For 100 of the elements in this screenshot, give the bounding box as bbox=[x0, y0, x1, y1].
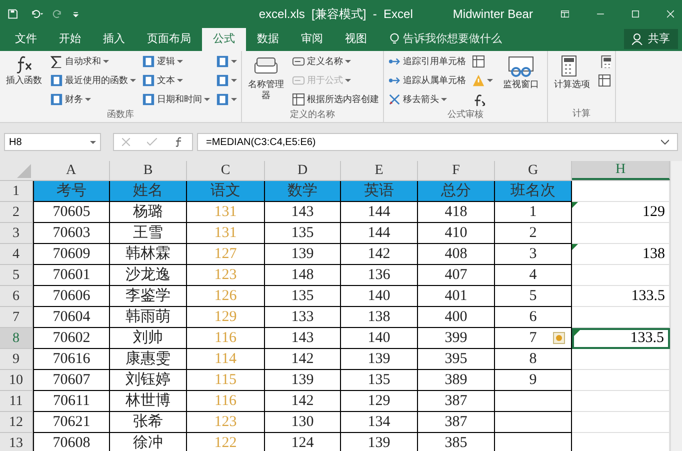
tell-me-field[interactable]: 告诉我你想要做什么 bbox=[403, 30, 502, 48]
share-button[interactable]: 共享 bbox=[624, 29, 678, 49]
column-heading: 班名次 bbox=[510, 182, 556, 201]
row-header[interactable]: 12 bbox=[0, 412, 33, 433]
formula-text[interactable]: =MEDIAN(C3:C4,E5:E6) bbox=[206, 134, 316, 150]
ribbon-button[interactable]: 根据所选内容创建 bbox=[291, 91, 380, 108]
table-icon bbox=[292, 93, 305, 106]
row-header[interactable]: 4 bbox=[0, 244, 33, 265]
ribbon-tab[interactable]: 开始 bbox=[48, 28, 92, 51]
ribbon-tab[interactable]: 插入 bbox=[92, 28, 136, 51]
column-header[interactable]: F bbox=[418, 161, 495, 180]
window-title: excel.xls [兼容模式] - Excel bbox=[258, 6, 413, 22]
table-cell-text: 401 bbox=[444, 286, 468, 306]
ribbon-tab[interactable]: 审阅 bbox=[290, 28, 334, 51]
ribbon-tab[interactable]: 视图 bbox=[334, 28, 378, 51]
caret-icon bbox=[130, 79, 136, 82]
table-cell-text: 70616 bbox=[52, 350, 90, 369]
ribbon-tab[interactable]: 页面布局 bbox=[136, 28, 202, 51]
table-cell-text: 韩林霖 bbox=[126, 244, 170, 264]
ribbon-button[interactable]: 定义名称 bbox=[291, 53, 380, 70]
group-label: 函数库 bbox=[107, 109, 134, 119]
column-header[interactable]: D bbox=[265, 161, 341, 180]
label-icon bbox=[292, 74, 305, 87]
ribbon-button[interactable]: 自动求和 bbox=[49, 53, 137, 70]
group-label: 计算 bbox=[572, 108, 590, 118]
ribbon-button[interactable] bbox=[597, 72, 612, 89]
maximize-icon[interactable] bbox=[632, 8, 640, 18]
column-header[interactable]: C bbox=[187, 161, 265, 180]
ribbon-button[interactable]: 计算选项 bbox=[551, 51, 593, 106]
ribbon-button[interactable]: 日期和时间 bbox=[141, 91, 211, 108]
table-cell-text: 142 bbox=[291, 392, 314, 411]
insert-function-icon[interactable] bbox=[174, 137, 184, 147]
function-icon bbox=[16, 55, 32, 75]
ribbon-button[interactable]: 追踪从属单元格 bbox=[387, 72, 467, 89]
column-header[interactable]: B bbox=[110, 161, 187, 180]
caret-icon bbox=[441, 98, 447, 101]
ribbon-button[interactable]: 财务 bbox=[49, 91, 137, 108]
ribbon-button[interactable]: 监视窗口 bbox=[498, 51, 544, 108]
table-cell-text: 140 bbox=[368, 286, 390, 306]
ribbon-button[interactable]: 逻辑 bbox=[141, 53, 211, 70]
table-cell-text: 70601 bbox=[52, 266, 90, 285]
table-cell-text: 124 bbox=[291, 434, 314, 451]
expand-icon[interactable] bbox=[661, 139, 669, 145]
table-cell-text: 387 bbox=[444, 392, 468, 411]
table-cell-text: 408 bbox=[444, 244, 468, 264]
table-cell-text: 韩雨萌 bbox=[126, 308, 170, 327]
ribbon-button[interactable]: 插入函数 bbox=[3, 51, 45, 108]
column-header[interactable]: H bbox=[572, 161, 670, 180]
caret-icon bbox=[177, 60, 183, 63]
save-icon[interactable] bbox=[8, 6, 18, 20]
ribbon-button[interactable]: 移去箭头 bbox=[387, 91, 467, 108]
row-header[interactable]: 8 bbox=[0, 328, 33, 349]
group-label: 公式审核 bbox=[448, 109, 484, 119]
group-label: 定义的名称 bbox=[290, 109, 335, 119]
row-header[interactable]: 7 bbox=[0, 307, 33, 328]
table-cell-text: 129 bbox=[214, 308, 237, 327]
table-cell-text: 136 bbox=[368, 266, 390, 285]
table-cell-text: 王雪 bbox=[133, 224, 163, 243]
caret-icon bbox=[231, 98, 237, 101]
column-header[interactable]: E bbox=[341, 161, 418, 180]
table-cell-text: 148 bbox=[291, 266, 314, 285]
select-all-icon bbox=[17, 164, 31, 178]
row-header[interactable]: 11 bbox=[0, 391, 33, 412]
ribbon-button[interactable]: 名称管理器 bbox=[245, 51, 287, 108]
ribbon-button[interactable]: 文本 bbox=[141, 72, 211, 89]
table-cell-text: 70607 bbox=[52, 370, 90, 390]
table-cell-text: 129 bbox=[642, 202, 665, 222]
column-heading: 语文 bbox=[210, 182, 240, 201]
row-header[interactable]: 9 bbox=[0, 349, 33, 370]
table-cell-text: 131 bbox=[214, 224, 237, 243]
ribbon-tab[interactable]: 文件 bbox=[4, 28, 48, 51]
scroll-bar[interactable] bbox=[670, 161, 682, 451]
ribbon-button[interactable]: 最近使用的函数 bbox=[49, 72, 137, 89]
row-header[interactable]: 1 bbox=[0, 181, 33, 202]
row-header[interactable]: 10 bbox=[0, 370, 33, 391]
caret-icon bbox=[103, 60, 109, 63]
column-header[interactable]: A bbox=[33, 161, 110, 180]
ribbon-tab[interactable]: 数据 bbox=[246, 28, 290, 51]
caret-icon bbox=[231, 60, 237, 63]
column-heading: 英语 bbox=[364, 182, 394, 201]
close-icon[interactable] bbox=[667, 8, 674, 18]
table-cell-text: 杨璐 bbox=[133, 202, 163, 222]
table-icon bbox=[598, 74, 611, 87]
table-cell-text: 8 bbox=[529, 350, 537, 369]
table-cell-text: 70608 bbox=[52, 434, 90, 451]
row-header[interactable]: 6 bbox=[0, 286, 33, 307]
ribbon-tab[interactable]: 公式 bbox=[202, 28, 246, 51]
table-cell-text: 沙龙逸 bbox=[126, 266, 170, 285]
customize-icon[interactable] bbox=[73, 10, 79, 18]
row-header[interactable]: 3 bbox=[0, 223, 33, 244]
label-icon bbox=[292, 55, 305, 68]
name-box[interactable]: H8 bbox=[4, 133, 101, 151]
table-cell-text: 70611 bbox=[53, 392, 90, 411]
ribbon-button[interactable]: 追踪引用单元格 bbox=[387, 53, 467, 70]
row-header[interactable]: 2 bbox=[0, 202, 33, 223]
table-cell-text: 70604 bbox=[52, 308, 90, 327]
table-cell-text: 70603 bbox=[52, 224, 90, 243]
row-header[interactable]: 13 bbox=[0, 433, 33, 451]
row-header[interactable]: 5 bbox=[0, 265, 33, 286]
ribbon-display-icon[interactable] bbox=[560, 8, 570, 18]
